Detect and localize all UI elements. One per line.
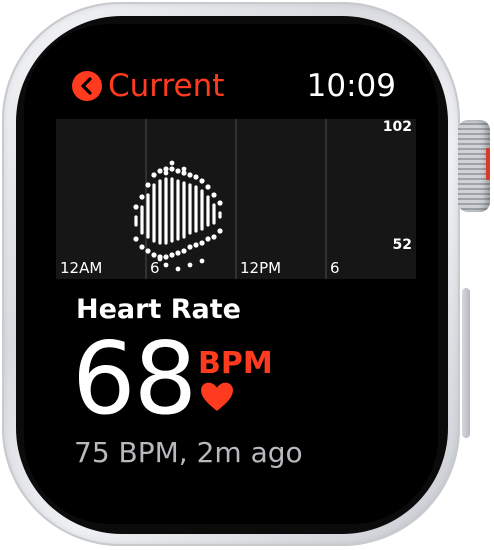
heart-rate-point <box>139 194 145 200</box>
watch-screen: Current 10:09 12AM 6 12PM 6 102 52 Heart Rat… <box>24 24 438 524</box>
heart-rate-point <box>163 254 169 260</box>
heart-rate-point <box>133 204 139 210</box>
heart-rate-point <box>145 182 151 188</box>
heart-rate-point <box>169 252 175 258</box>
heart-rate-point <box>217 200 223 206</box>
heart-icon <box>201 382 233 411</box>
heart-rate-point <box>199 258 205 264</box>
heart-rate-point <box>187 172 193 178</box>
x-tick-label: 6 <box>330 259 340 277</box>
heart-rate-point <box>163 170 169 176</box>
heart-rate-point <box>205 184 211 190</box>
heart-rate-point <box>199 240 205 246</box>
heart-rate-point <box>139 244 145 250</box>
x-tick-label: 12AM <box>60 259 102 277</box>
heart-rate-point <box>181 166 187 172</box>
chevron-left-icon <box>72 71 102 101</box>
heart-rate-point <box>199 178 205 184</box>
heart-rate-point <box>211 192 217 198</box>
heart-rate-point <box>211 234 217 240</box>
heart-rate-point <box>187 262 193 268</box>
recent-reading: 75 BPM, 2m ago <box>74 436 303 469</box>
x-tick-label: 12PM <box>240 259 281 277</box>
heart-rate-point <box>181 248 187 254</box>
heart-rate-point <box>151 172 157 178</box>
heart-rate-point <box>205 236 211 242</box>
heart-rate-point <box>157 168 163 174</box>
heart-rate-point <box>193 242 199 248</box>
current-bpm-value: 68 <box>72 320 197 437</box>
heart-rate-point <box>187 244 193 250</box>
heart-rate-point <box>175 266 181 272</box>
y-tick-label: 102 <box>383 119 412 135</box>
bpm-unit: BPM <box>198 346 273 381</box>
digital-crown-accent <box>486 148 490 180</box>
side-button[interactable] <box>462 288 470 438</box>
clock: 10:09 <box>306 68 396 104</box>
back-label: Current <box>108 68 225 104</box>
heart-rate-point <box>151 252 157 258</box>
heart-rate-point <box>133 236 139 242</box>
back-button[interactable]: Current <box>72 68 224 104</box>
heart-rate-point <box>169 160 175 166</box>
heart-rate-point <box>217 228 223 234</box>
y-tick-label: 52 <box>393 237 412 253</box>
heart-rate-chart: 12AM 6 12PM 6 102 52 <box>56 119 416 279</box>
heart-rate-point <box>145 248 151 254</box>
x-tick-label: 6 <box>150 259 160 277</box>
heart-rate-point <box>169 166 175 172</box>
heart-rate-point <box>163 262 169 268</box>
heart-rate-point <box>175 250 181 256</box>
heart-rate-point <box>193 174 199 180</box>
heart-rate-point <box>175 168 181 174</box>
